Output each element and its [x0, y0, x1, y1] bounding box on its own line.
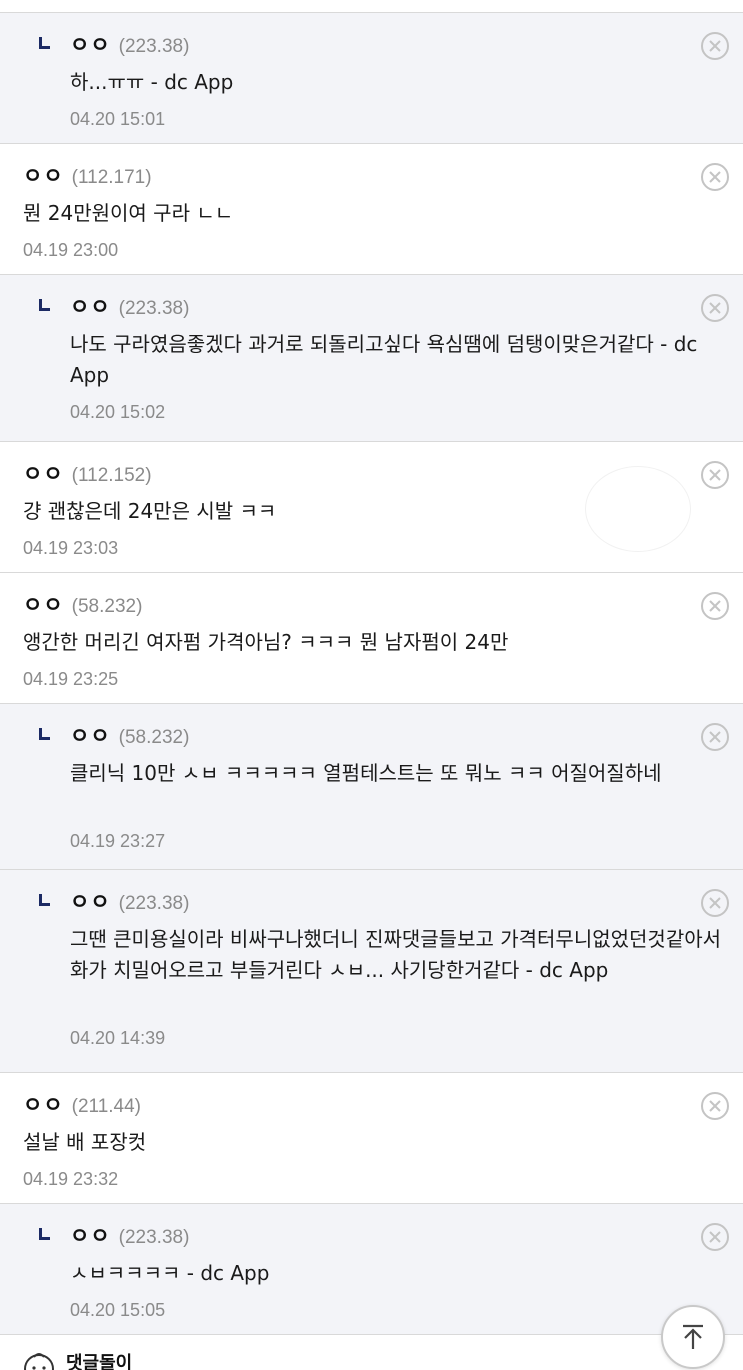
reply-comment: ㅇㅇ (223.38) 그땐 큰미용실이라 비싸구나했더니 진짜댓글들보고 가격터무… — [0, 870, 743, 1073]
comment-author: ㅇㅇ (58.232) — [23, 589, 142, 619]
nickname[interactable]: ㅇㅇ — [23, 160, 64, 190]
comment-text: 설날 배 포장컷 — [23, 1130, 147, 1154]
reply-comment: ㅇㅇ (223.38) 하...ㅠㅠ - dc App 04.20 15:01 — [0, 12, 743, 144]
comment: ㅇㅇ (112.171) 뭔 24만원이여 구라 ㄴㄴ 04.19 23:00 — [0, 144, 743, 275]
delete-comment-button[interactable] — [701, 889, 729, 917]
reply-arrow-icon — [39, 894, 50, 906]
ip-address: (58.232) — [71, 596, 143, 617]
comment-date: 04.19 23:00 — [23, 240, 119, 260]
delete-comment-button[interactable] — [701, 723, 729, 751]
ip-address: (223.38) — [118, 1227, 190, 1248]
comment-date: 04.20 15:01 — [70, 109, 166, 129]
close-icon — [709, 600, 721, 612]
nickname[interactable]: ㅇㅇ — [23, 589, 64, 619]
ip-address: (112.152) — [71, 465, 152, 486]
nickname[interactable]: ㅇㅇ — [70, 291, 111, 321]
delete-comment-button[interactable] — [701, 294, 729, 322]
comment-date: 04.19 23:03 — [23, 538, 119, 558]
delete-comment-button[interactable] — [701, 461, 729, 489]
nickname[interactable]: ㅇㅇ — [23, 458, 64, 488]
reply-comment: ㅇㅇ (223.38) ㅅㅂㅋㅋㅋㅋ - dc App 04.20 15:05 — [0, 1204, 743, 1335]
comment-text: 뭔 24만원이여 구라 ㄴㄴ — [23, 201, 234, 225]
comment-text: 앵간한 머리긴 여자펌 가격아님? ㅋㅋㅋ 뭔 남자펌이 24만 — [23, 630, 509, 654]
comment-text: 나도 구라였음좋겠다 과거로 되돌리고싶다 욕심땜에 덤탱이맞은거같다 - dc… — [70, 332, 698, 387]
dol-mascot-icon — [24, 1353, 54, 1370]
ip-address: (223.38) — [118, 36, 190, 57]
comment-date: 04.20 14:39 — [70, 1028, 166, 1048]
comment-author: ㅇㅇ (112.171) — [23, 160, 152, 190]
comment-author: ㅇㅇ (112.152) — [23, 458, 152, 488]
comment-text: ㅅㅂㅋㅋㅋㅋ - dc App — [70, 1261, 270, 1285]
comment-author: ㅇㅇ (211.44) — [23, 1089, 141, 1119]
delete-comment-button[interactable] — [701, 592, 729, 620]
ip-address: (223.38) — [118, 298, 190, 319]
ip-address: (211.44) — [71, 1096, 141, 1117]
faint-circle-overlay — [585, 466, 691, 552]
ip-address: (223.38) — [118, 893, 190, 914]
close-icon — [709, 469, 721, 481]
comment-text: 그땐 큰미용실이라 비싸구나했더니 진짜댓글들보고 가격터무니없었던것같아서 화… — [70, 927, 722, 982]
reply-arrow-icon — [39, 37, 50, 49]
comment-date: 04.19 23:25 — [23, 669, 119, 689]
comment-author: ㅇㅇ (223.38) — [70, 29, 189, 59]
delete-comment-button[interactable] — [701, 163, 729, 191]
comment-text: 하...ㅠㅠ - dc App — [70, 70, 234, 94]
scroll-top-button[interactable] — [661, 1305, 725, 1369]
comment-author: ㅇㅇ (58.232) — [70, 720, 189, 750]
comment-date: 04.19 23:32 — [23, 1169, 119, 1189]
ip-address: (112.171) — [71, 167, 152, 188]
close-icon — [709, 1100, 721, 1112]
delete-comment-button[interactable] — [701, 32, 729, 60]
close-icon — [709, 40, 721, 52]
footer-bar: 댓글돌이 — [0, 1335, 743, 1370]
comment-author: ㅇㅇ (223.38) — [70, 886, 189, 916]
comment-date: 04.20 15:02 — [70, 402, 166, 422]
nickname[interactable]: ㅇㅇ — [70, 1220, 111, 1250]
close-icon — [709, 171, 721, 183]
close-icon — [709, 1231, 721, 1243]
nickname[interactable]: ㅇㅇ — [70, 886, 111, 916]
reply-arrow-icon — [39, 728, 50, 740]
comment-date: 04.19 23:27 — [70, 831, 166, 851]
reply-comment: ㅇㅇ (58.232) 클리닉 10만 ㅅㅂ ㅋㅋㅋㅋㅋ 열펌테스트는 또 뭐노 ㅋ… — [0, 704, 743, 870]
nickname[interactable]: ㅇㅇ — [70, 29, 111, 59]
comment: ㅇㅇ (58.232) 앵간한 머리긴 여자펌 가격아님? ㅋㅋㅋ 뭔 남자펌이 2… — [0, 573, 743, 704]
footer-label: 댓글돌이 — [66, 1353, 133, 1370]
comment-date: 04.20 15:05 — [70, 1300, 166, 1320]
close-icon — [709, 897, 721, 909]
reply-arrow-icon — [39, 299, 50, 311]
comment: ㅇㅇ (211.44) 설날 배 포장컷 04.19 23:32 — [0, 1073, 743, 1204]
arrow-up-icon — [683, 1324, 703, 1349]
nickname[interactable]: ㅇㅇ — [23, 1089, 64, 1119]
comment-author: ㅇㅇ (223.38) — [70, 1220, 189, 1250]
reply-arrow-icon — [39, 1228, 50, 1240]
close-icon — [709, 302, 721, 314]
delete-comment-button[interactable] — [701, 1223, 729, 1251]
nickname[interactable]: ㅇㅇ — [70, 720, 111, 750]
close-icon — [709, 731, 721, 743]
comment-author: ㅇㅇ (223.38) — [70, 291, 189, 321]
ip-address: (58.232) — [118, 727, 190, 748]
delete-comment-button[interactable] — [701, 1092, 729, 1120]
comment-text: 클리닉 10만 ㅅㅂ ㅋㅋㅋㅋㅋ 열펌테스트는 또 뭐노 ㅋㅋ 어질어질하네 — [70, 761, 662, 785]
reply-comment: ㅇㅇ (223.38) 나도 구라였음좋겠다 과거로 되돌리고싶다 욕심땜에 덤탱이… — [0, 275, 743, 442]
